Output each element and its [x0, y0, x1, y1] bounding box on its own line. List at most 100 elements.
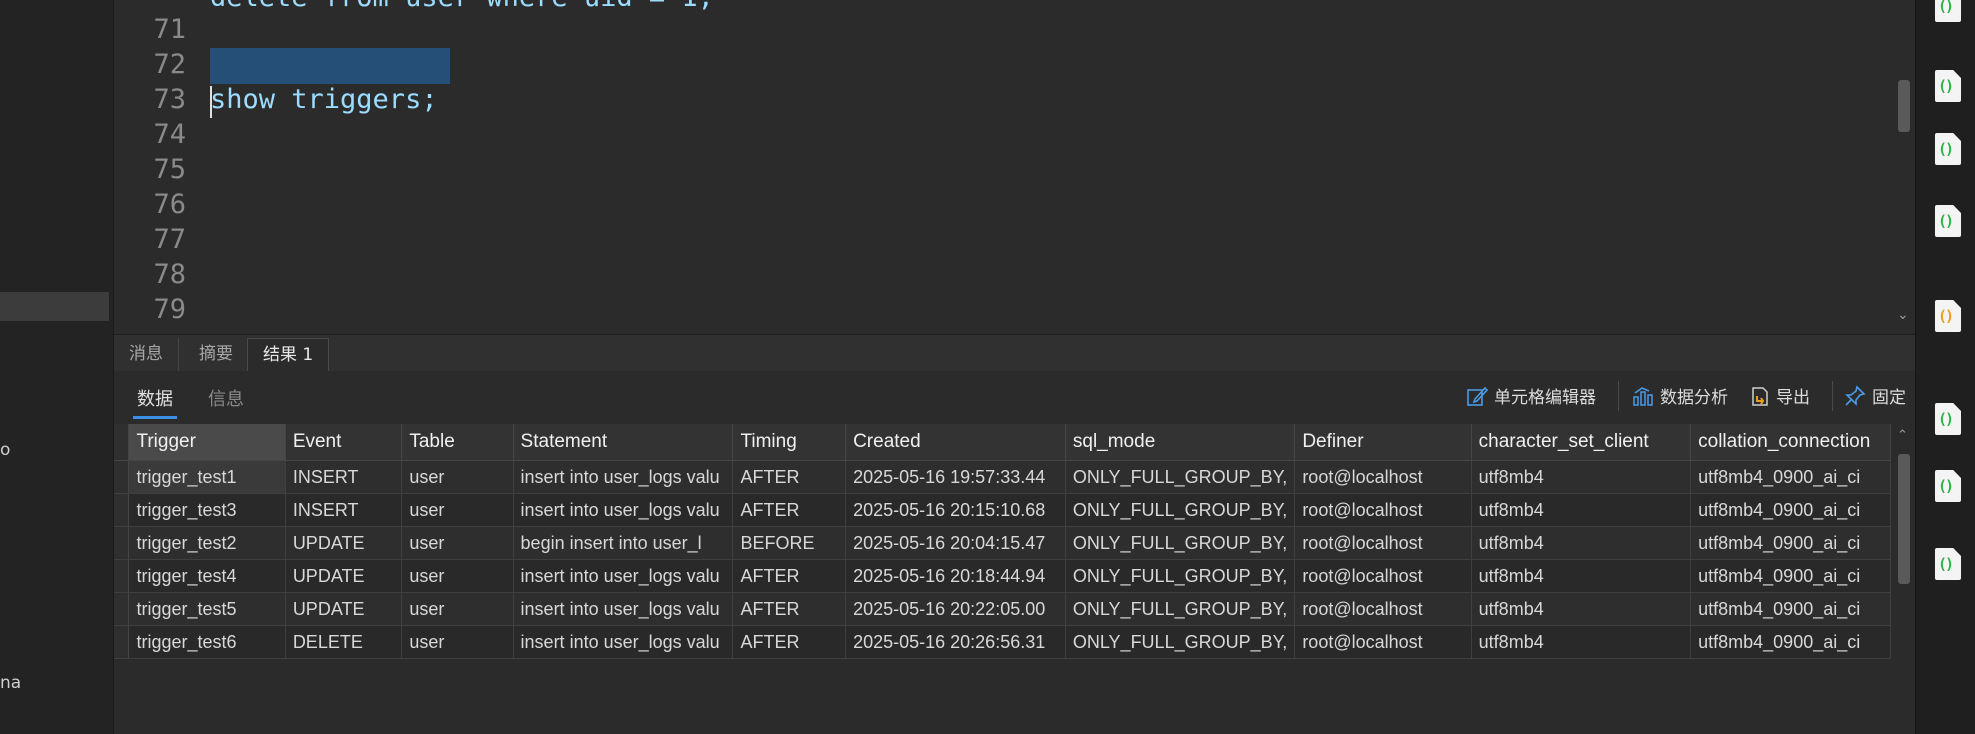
table-cell[interactable]: 2025-05-16 20:04:15.47	[845, 526, 1066, 560]
column-header[interactable]: Statement	[513, 424, 734, 461]
navigator-selected-item[interactable]	[0, 292, 109, 321]
table-cell[interactable]: 2025-05-16 19:57:33.44	[845, 460, 1066, 494]
json-file-icon[interactable]: ()	[1935, 70, 1961, 102]
table-cell[interactable]: insert into user_logs valu	[513, 493, 734, 527]
code-line[interactable]: show triggers;	[210, 82, 438, 118]
table-cell[interactable]: user	[401, 460, 514, 494]
grid-scrollbar[interactable]: ⌃	[1894, 424, 1915, 734]
table-cell[interactable]: DELETE	[285, 625, 403, 659]
code-line-partial[interactable]: delete from user where uid = 1;	[210, 0, 714, 16]
table-cell[interactable]: trigger_test3	[128, 493, 286, 527]
column-header[interactable]: character_set_client	[1471, 424, 1692, 461]
column-header[interactable]: Event	[285, 424, 403, 461]
data-analysis-button[interactable]: 数据分析	[1632, 383, 1728, 408]
tab-summary[interactable]: 摘要	[184, 338, 249, 371]
table-cell[interactable]: ONLY_FULL_GROUP_BY,	[1065, 559, 1296, 593]
export-button[interactable]: 导出	[1748, 383, 1810, 408]
table-cell[interactable]: root@localhost	[1294, 493, 1472, 527]
tab-info[interactable]: 信息	[208, 385, 244, 411]
table-cell[interactable]: user	[401, 592, 514, 626]
table-cell[interactable]: user	[401, 526, 514, 560]
table-row[interactable]: trigger_test2 UPDATE user begin insert into…	[114, 526, 1891, 560]
table-cell[interactable]: utf8mb4	[1471, 493, 1692, 527]
table-cell[interactable]: trigger_test6	[128, 625, 286, 659]
table-row[interactable]: trigger_test1 INSERT user insert into user_…	[114, 460, 1891, 494]
table-cell[interactable]: utf8mb4_0900_ai_ci	[1690, 460, 1891, 494]
table-cell[interactable]: begin insert into user_l	[513, 526, 734, 560]
navigator-item-fragment[interactable]: o	[0, 440, 10, 460]
table-cell[interactable]: insert into user_logs valu	[513, 625, 734, 659]
table-cell[interactable]: utf8mb4	[1471, 460, 1692, 494]
table-cell[interactable]: 2025-05-16 20:18:44.94	[845, 559, 1066, 593]
table-cell[interactable]: utf8mb4	[1471, 559, 1692, 593]
row-selector[interactable]	[114, 559, 130, 593]
table-cell[interactable]: user	[401, 559, 514, 593]
column-header[interactable]: Created	[845, 424, 1066, 461]
editor-scrollbar-thumb[interactable]	[1898, 80, 1910, 132]
table-cell[interactable]: 2025-05-16 20:22:05.00	[845, 592, 1066, 626]
table-cell[interactable]: AFTER	[732, 559, 847, 593]
json-file-icon[interactable]: ()	[1935, 548, 1961, 580]
table-cell[interactable]: root@localhost	[1294, 460, 1472, 494]
json-file-icon[interactable]: ()	[1935, 470, 1961, 502]
json-file-icon[interactable]: ()	[1935, 133, 1961, 165]
table-cell[interactable]: root@localhost	[1294, 526, 1472, 560]
column-header[interactable]: Definer	[1294, 424, 1472, 461]
table-row[interactable]: trigger_test5 UPDATE user insert into user_…	[114, 592, 1891, 626]
table-cell[interactable]: insert into user_logs valu	[513, 559, 734, 593]
table-cell[interactable]: ONLY_FULL_GROUP_BY,	[1065, 592, 1296, 626]
tab-result-1[interactable]: 结果 1	[247, 338, 330, 372]
table-cell[interactable]: 2025-05-16 20:26:56.31	[845, 625, 1066, 659]
table-cell[interactable]: utf8mb4_0900_ai_ci	[1690, 526, 1891, 560]
table-cell[interactable]: ONLY_FULL_GROUP_BY,	[1065, 460, 1296, 494]
table-cell[interactable]: ONLY_FULL_GROUP_BY,	[1065, 625, 1296, 659]
table-cell[interactable]: user	[401, 493, 514, 527]
tab-data[interactable]: 数据	[133, 385, 177, 419]
table-cell[interactable]: utf8mb4_0900_ai_ci	[1690, 559, 1891, 593]
column-header[interactable]: Timing	[732, 424, 847, 461]
tab-messages[interactable]: 消息	[114, 338, 179, 371]
json-file-icon[interactable]: ()	[1935, 0, 1961, 22]
row-selector[interactable]	[114, 493, 130, 527]
table-cell[interactable]: AFTER	[732, 592, 847, 626]
table-cell[interactable]: root@localhost	[1294, 625, 1472, 659]
column-header[interactable]: Table	[401, 424, 514, 461]
table-cell[interactable]: utf8mb4_0900_ai_ci	[1690, 625, 1891, 659]
cell-editor-button[interactable]: 单元格编辑器	[1466, 383, 1596, 408]
column-header[interactable]: collation_connection	[1690, 424, 1891, 461]
row-selector[interactable]	[114, 460, 130, 494]
result-grid[interactable]: Trigger Event Table Statement Timing Created s…	[114, 424, 1891, 734]
table-cell[interactable]: user	[401, 625, 514, 659]
table-cell[interactable]: INSERT	[285, 493, 403, 527]
table-cell[interactable]: trigger_test4	[128, 559, 286, 593]
table-cell[interactable]: UPDATE	[285, 526, 403, 560]
row-selector[interactable]	[114, 526, 130, 560]
table-cell[interactable]: BEFORE	[732, 526, 847, 560]
grid-scrollbar-thumb[interactable]	[1898, 454, 1910, 584]
table-cell[interactable]: UPDATE	[285, 559, 403, 593]
table-cell[interactable]: insert into user_logs valu	[513, 460, 734, 494]
table-cell[interactable]: trigger_test5	[128, 592, 286, 626]
table-cell[interactable]: utf8mb4	[1471, 592, 1692, 626]
table-cell[interactable]: UPDATE	[285, 592, 403, 626]
column-header[interactable]: sql_mode	[1065, 424, 1296, 461]
table-cell[interactable]: utf8mb4_0900_ai_ci	[1690, 493, 1891, 527]
table-row[interactable]: trigger_test4 UPDATE user insert into user_…	[114, 559, 1891, 593]
navigator-item-fragment[interactable]: na	[0, 673, 21, 693]
table-cell[interactable]: trigger_test2	[128, 526, 286, 560]
table-cell[interactable]: INSERT	[285, 460, 403, 494]
table-cell[interactable]: ONLY_FULL_GROUP_BY,	[1065, 493, 1296, 527]
table-cell[interactable]: utf8mb4_0900_ai_ci	[1690, 592, 1891, 626]
chevron-up-icon[interactable]: ⌃	[1897, 428, 1908, 443]
table-cell[interactable]: 2025-05-16 20:15:10.68	[845, 493, 1066, 527]
json-file-icon[interactable]: ()	[1935, 403, 1961, 435]
column-header[interactable]: Trigger	[128, 424, 286, 461]
sql-editor[interactable]: 71 72 73 74 75 76 77 78 79 80 delete from user wh…	[114, 0, 1894, 333]
table-cell[interactable]: root@localhost	[1294, 592, 1472, 626]
table-cell[interactable]: root@localhost	[1294, 559, 1472, 593]
table-cell[interactable]: utf8mb4	[1471, 526, 1692, 560]
table-cell[interactable]: utf8mb4	[1471, 625, 1692, 659]
table-cell[interactable]: insert into user_logs valu	[513, 592, 734, 626]
json-file-icon[interactable]: ()	[1935, 205, 1961, 237]
chevron-down-icon[interactable]: ⌄	[1897, 307, 1909, 323]
